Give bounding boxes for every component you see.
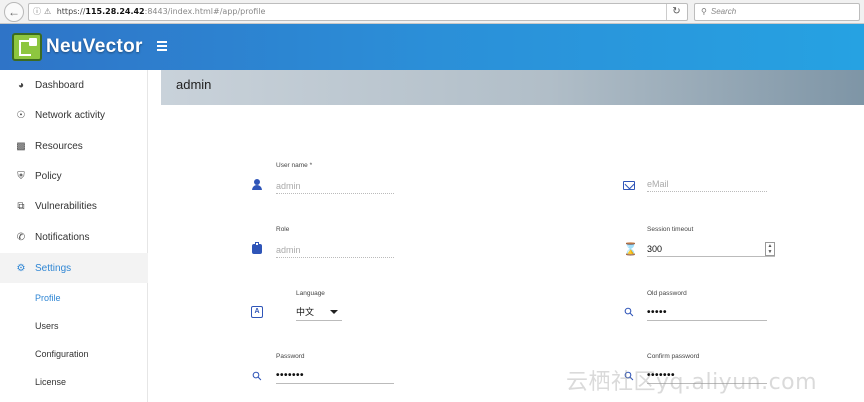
username-label: User name * — [276, 162, 313, 169]
sidebar-item-policy[interactable]: ⛨ Policy — [0, 161, 148, 191]
old-password-field[interactable]: ••••• — [647, 307, 767, 321]
reload-icon[interactable]: ↻ — [666, 4, 686, 20]
browser-toolbar: ← ⓘ ⚠ https://115.28.24.42:8443/index.htm… — [0, 0, 864, 24]
logo[interactable]: NeuVector — [12, 32, 143, 62]
username-field[interactable]: admin — [276, 180, 394, 194]
mail-icon — [623, 181, 635, 190]
watermark: 云栖社区yq.aliyun.com — [566, 370, 818, 395]
role-field: admin — [276, 244, 394, 258]
url-host: 115.28.24.42 — [85, 7, 145, 16]
sidebar-item-network-activity[interactable]: ☉ Network activity — [0, 100, 148, 130]
sidebar-item-settings[interactable]: ⚙ Settings — [0, 253, 148, 283]
gear-icon: ⚙ — [16, 262, 26, 274]
globe-icon: ☉ — [16, 109, 26, 121]
session-timeout-field[interactable]: 300 — [647, 243, 775, 257]
language-label: Language — [296, 290, 325, 297]
confirm-password-label: Confirm password — [647, 353, 700, 360]
sidebar-subitem-configuration[interactable]: Configuration — [0, 340, 148, 368]
sidebar-subitem-profile[interactable]: Profile — [0, 284, 148, 312]
role-label: Role — [276, 226, 290, 233]
dropdown-caret-icon — [330, 310, 338, 314]
dashboard-gauge-icon: ◕ — [17, 79, 25, 91]
password-label: Password — [276, 353, 305, 360]
sidebar-item-resources[interactable]: ▩ Resources — [0, 131, 148, 161]
info-icon: ⓘ — [33, 7, 41, 16]
user-icon — [251, 179, 263, 191]
language-selected-value: 中文 — [296, 307, 315, 317]
page-title: admin — [176, 77, 212, 92]
session-timeout-label: Session timeout — [647, 226, 694, 233]
address-bar[interactable]: ⓘ ⚠ https://115.28.24.42:8443/index.html#… — [28, 3, 688, 21]
key-icon: ⚲ — [620, 303, 638, 321]
app-header: NeuVector — [0, 24, 864, 70]
brand-name: NeuVector — [46, 36, 143, 57]
shield-icon: ⛨ — [17, 170, 25, 182]
role-badge-icon — [251, 242, 263, 254]
search-icon: ⚲ — [701, 7, 707, 16]
bug-document-icon: ⧉ — [17, 200, 25, 212]
menu-toggle-icon[interactable] — [157, 41, 167, 51]
old-password-label: Old password — [647, 290, 687, 297]
hourglass-icon: ⌛ — [623, 242, 638, 256]
key-icon: ⚲ — [248, 367, 266, 385]
sidebar-subitem-users[interactable]: Users — [0, 312, 148, 340]
sidebar: ◕ Dashboard ☉ Network activity ▩ Resourc… — [0, 70, 148, 402]
translate-icon: A — [251, 306, 263, 318]
password-field[interactable]: ••••••• — [276, 370, 394, 384]
language-select[interactable]: 中文 — [296, 305, 342, 321]
lock-warning-icon: ⚠ — [44, 7, 52, 16]
url-path: :8443/index.html#/app/profile — [144, 7, 266, 16]
page-title-bar: admin — [161, 70, 864, 105]
cubes-icon: ▩ — [16, 140, 26, 152]
sidebar-item-notifications[interactable]: ✆ Notifications — [0, 222, 148, 252]
sidebar-item-dashboard[interactable]: ◕ Dashboard — [0, 70, 148, 100]
session-timeout-stepper[interactable]: ▲ ▼ — [765, 242, 775, 256]
email-field[interactable]: eMail — [647, 178, 767, 192]
neuvector-logo-icon — [12, 33, 42, 61]
stepper-down-icon[interactable]: ▼ — [767, 250, 773, 255]
back-arrow-icon[interactable]: ← — [4, 2, 24, 22]
browser-search-input[interactable]: ⚲ Search — [694, 3, 860, 21]
phone-icon: ✆ — [16, 231, 26, 243]
sidebar-subitem-license[interactable]: License — [0, 368, 148, 396]
sidebar-item-vulnerabilities[interactable]: ⧉ Vulnerabilities — [0, 191, 148, 221]
